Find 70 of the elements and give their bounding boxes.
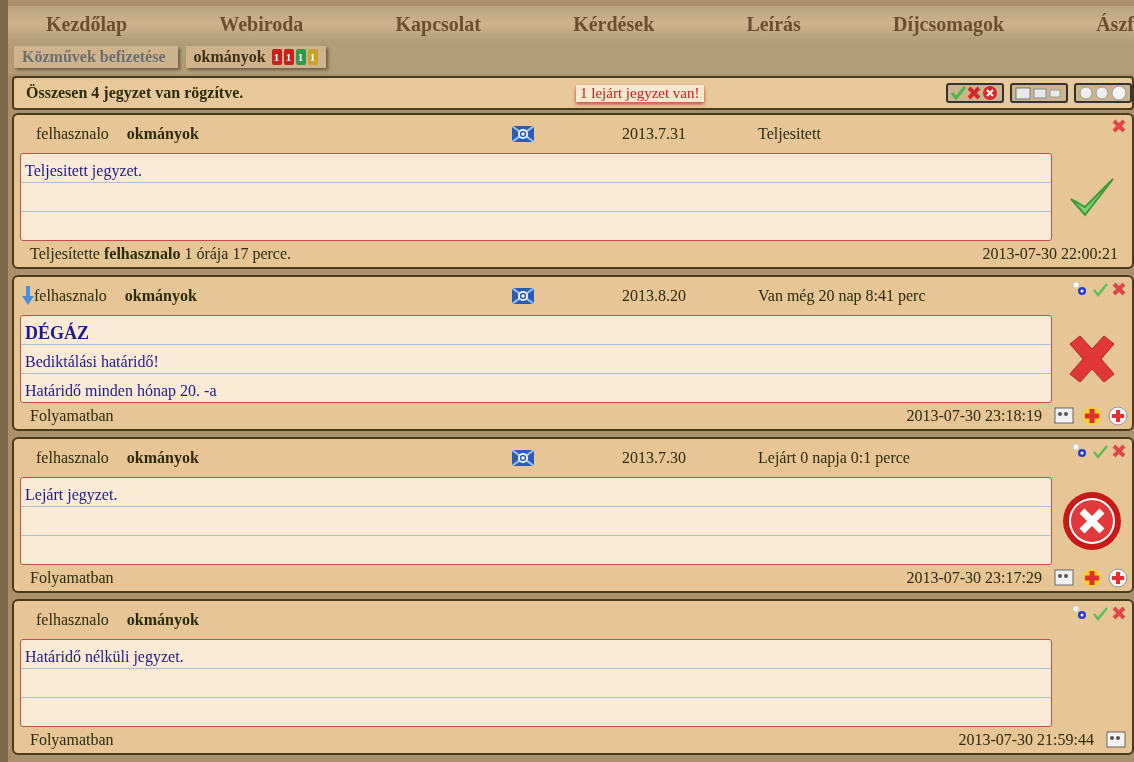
due-status: Lejárt 0 napja 0:1 perce [758, 449, 911, 467]
note-footer: Teljesítette felhasznalo 1 órája 17 perce. [30, 245, 983, 263]
due-status: Teljesitett [758, 125, 822, 143]
count-badge: 1 [295, 49, 306, 65]
note-text: Határidő nélküli jegyzet. [25, 647, 184, 668]
nav-link[interactable]: Kezdőlap [46, 12, 128, 36]
note-text: Lejárt jegyzet. [25, 485, 118, 506]
email-icon[interactable] [512, 126, 534, 142]
note-footer: Folyamatban [30, 407, 907, 425]
note-footer: Folyamatban [30, 731, 959, 749]
note-user: felhasznalo [36, 449, 109, 467]
note-text: Határidő minden hónap 20. -a [25, 381, 217, 402]
due-date: 2013.7.31 [622, 125, 687, 143]
delete-icon[interactable] [1112, 606, 1126, 620]
note-text: Bediktálási határidő! [25, 352, 159, 372]
add-icon[interactable] [1108, 568, 1128, 588]
delete-icon[interactable] [1112, 444, 1126, 458]
count-badge: 1 [307, 49, 318, 65]
card-icon[interactable] [1052, 568, 1076, 588]
star-plus-icon[interactable] [1082, 568, 1102, 588]
check-icon[interactable] [1092, 443, 1108, 459]
nav-link[interactable]: Díjcsomagok [892, 12, 1005, 36]
card-icon[interactable] [1104, 730, 1128, 750]
category-tab[interactable]: okmányok 1 1 1 1 [185, 46, 326, 68]
count-badge: 1 [271, 49, 282, 65]
delete-icon[interactable] [1112, 119, 1126, 133]
nav-link[interactable]: Webiroda [219, 12, 304, 36]
email-icon[interactable] [512, 450, 534, 466]
gear-icon[interactable] [1072, 281, 1088, 297]
clock-filter-button[interactable] [1074, 83, 1132, 103]
cancel-circle-icon [1062, 491, 1122, 551]
note-category: okmányok [126, 125, 199, 143]
tab-label: okmányok [193, 48, 266, 66]
tab-label: Közművek befizetése [22, 48, 166, 66]
nav-link[interactable]: Kapcsolat [395, 12, 482, 36]
add-icon[interactable] [1108, 406, 1128, 426]
due-status: Van még 20 nap 8:41 perc [758, 287, 927, 305]
check-icon [1068, 175, 1116, 219]
check-icon[interactable] [1092, 605, 1108, 621]
check-icon[interactable] [1092, 281, 1108, 297]
note-text: Teljesitett jegyzet. [25, 161, 143, 182]
card-filter-button[interactable] [1010, 83, 1068, 103]
count-badge: 1 [283, 49, 294, 65]
timestamp: 2013-07-30 23:17:29 [906, 569, 1042, 587]
note-category: okmányok [126, 449, 199, 467]
email-icon[interactable] [512, 288, 534, 304]
card-icon[interactable] [1052, 406, 1076, 426]
note-user: felhasznalo [36, 611, 109, 629]
timestamp: 2013-07-30 22:00:21 [982, 245, 1118, 263]
due-date: 2013.7.30 [622, 449, 687, 467]
summary-text: Összesen 4 jegyzet van rögzítve. [26, 84, 245, 102]
status-filter-button[interactable] [946, 83, 1004, 103]
gear-icon[interactable] [1072, 443, 1088, 459]
note-user: felhasznalo [34, 287, 107, 305]
nav-link[interactable]: Leírás [746, 12, 801, 36]
nav-link[interactable]: Kérdések [573, 12, 655, 36]
timestamp: 2013-07-30 23:18:19 [906, 407, 1042, 425]
timestamp: 2013-07-30 21:59:44 [958, 731, 1094, 749]
note-category: okmányok [126, 611, 199, 629]
note-text: DÉGÁZ [25, 322, 89, 344]
gear-icon[interactable] [1072, 605, 1088, 621]
note-category: okmányok [124, 287, 197, 305]
note-user: felhasznalo [36, 125, 109, 143]
note-footer: Folyamatban [30, 569, 907, 587]
delete-icon[interactable] [1112, 282, 1126, 296]
nav-link[interactable]: Ászf [1096, 12, 1134, 36]
category-tab[interactable]: Közművek befizetése [14, 46, 178, 68]
expired-alert: 1 lejárt jegyzet van! [576, 84, 704, 102]
star-plus-icon[interactable] [1082, 406, 1102, 426]
due-date: 2013.8.20 [622, 287, 687, 305]
